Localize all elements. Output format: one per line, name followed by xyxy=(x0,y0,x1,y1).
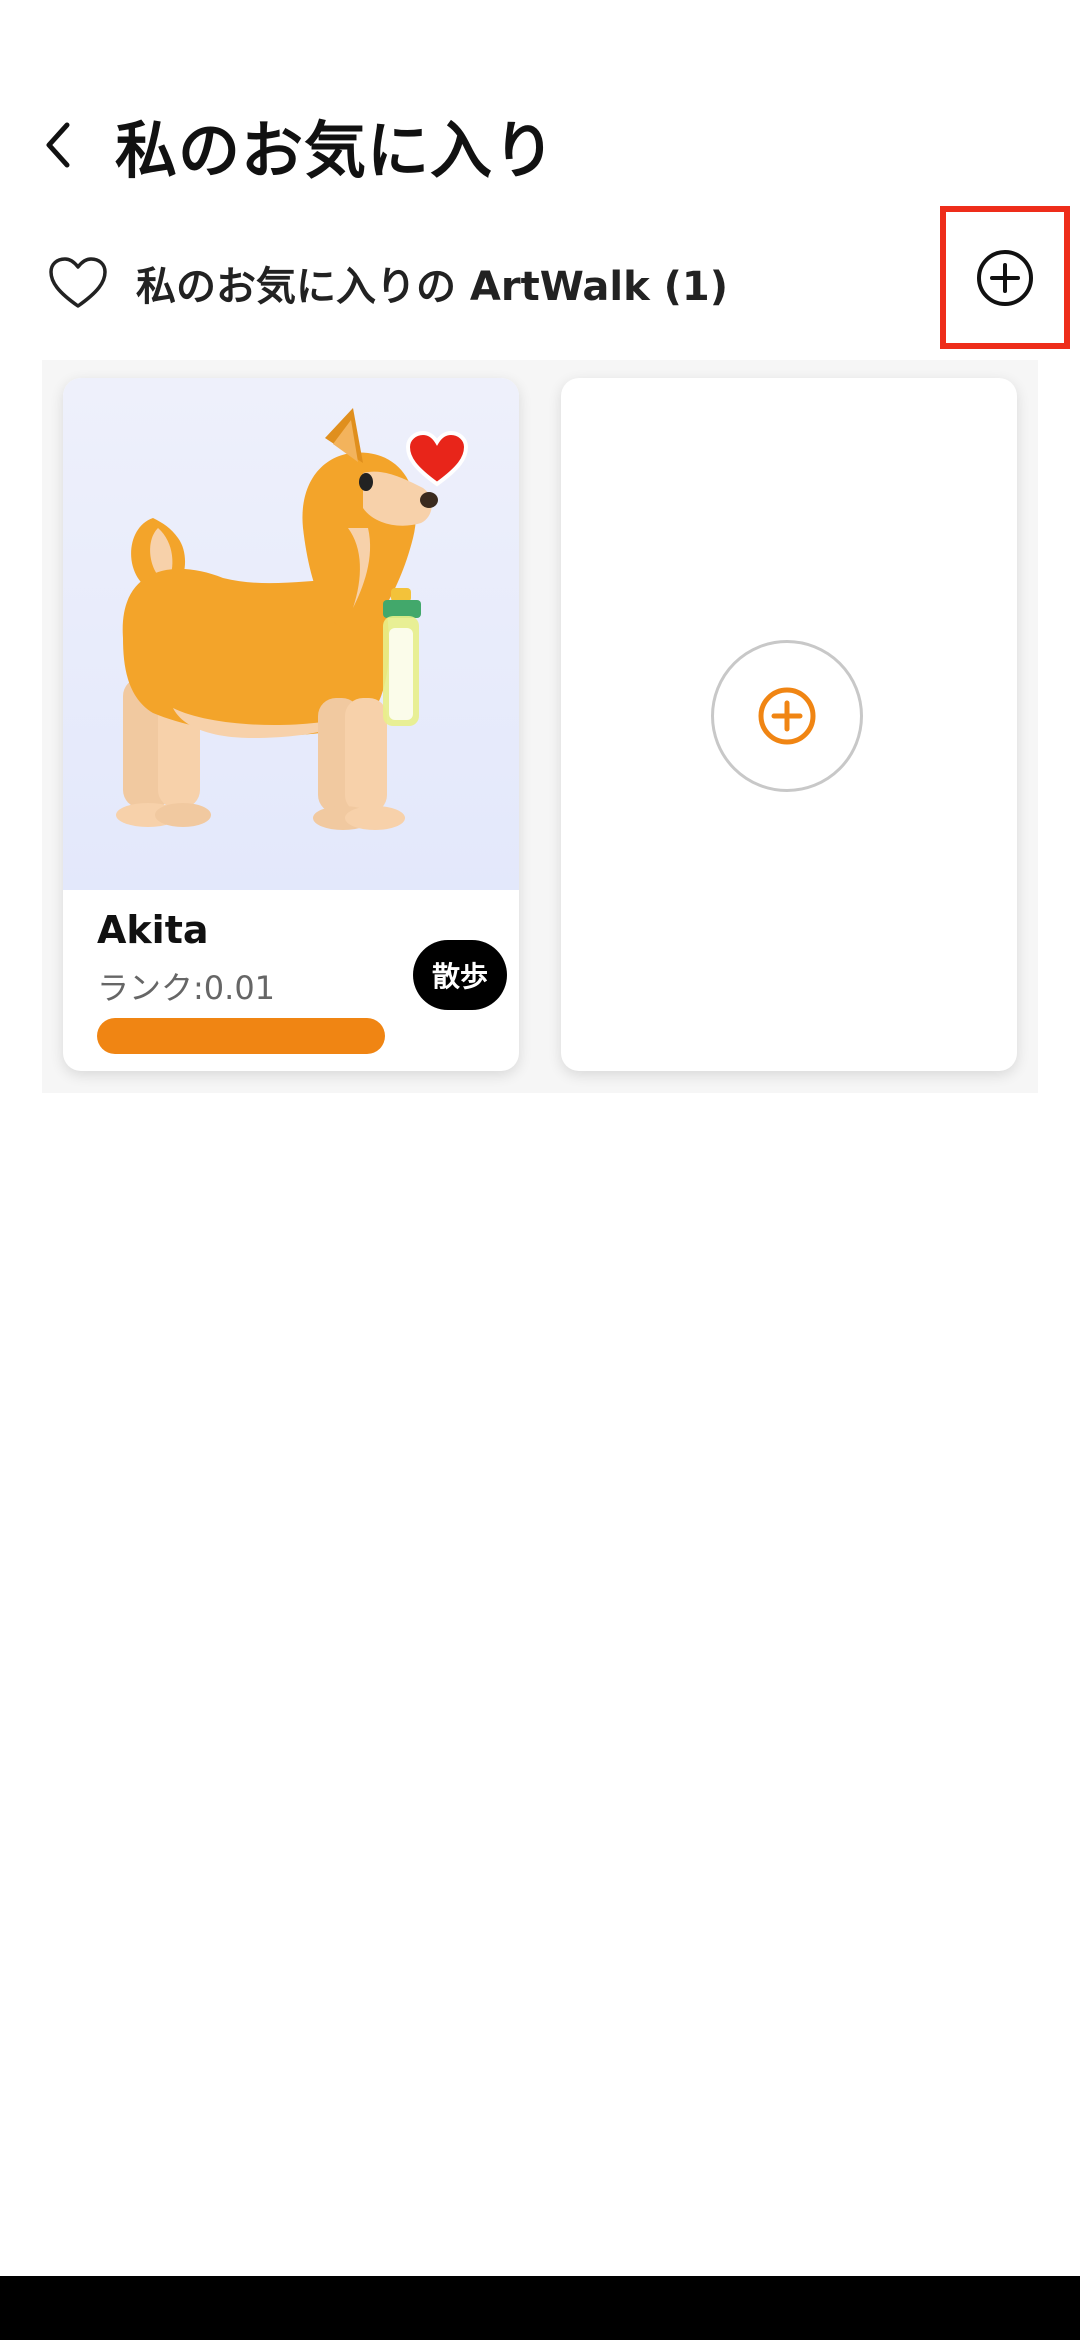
heart-outline-icon xyxy=(49,257,107,308)
rank-progress-bar xyxy=(97,1018,385,1054)
back-button[interactable] xyxy=(38,115,78,175)
header: 私のお気に入り xyxy=(0,95,1080,190)
plus-icon xyxy=(758,687,816,745)
pet-name: Akita xyxy=(97,908,209,952)
section-title: 私のお気に入りの ArtWalk (1) xyxy=(136,264,729,310)
add-artwalk-card[interactable] xyxy=(561,378,1017,1071)
favorites-section-header: 私のお気に入りの ArtWalk (1) xyxy=(0,240,1080,320)
back-icon xyxy=(46,122,70,168)
artwalk-card[interactable]: Akita ランク:0.01 散歩 xyxy=(63,378,519,1071)
page-title: 私のお気に入り xyxy=(115,114,557,187)
pet-rank: ランク:0.01 xyxy=(97,969,276,1007)
system-navigation-bar xyxy=(0,2276,1080,2340)
add-circle-icon xyxy=(977,249,1033,306)
favorites-grid: Akita ランク:0.01 散歩 xyxy=(42,360,1038,1093)
walk-button[interactable]: 散歩 xyxy=(413,940,507,1010)
pet-image xyxy=(63,378,519,890)
add-favorite-button[interactable] xyxy=(940,206,1070,349)
add-artwalk-circle[interactable] xyxy=(711,640,863,792)
heart-icon[interactable] xyxy=(405,430,469,488)
